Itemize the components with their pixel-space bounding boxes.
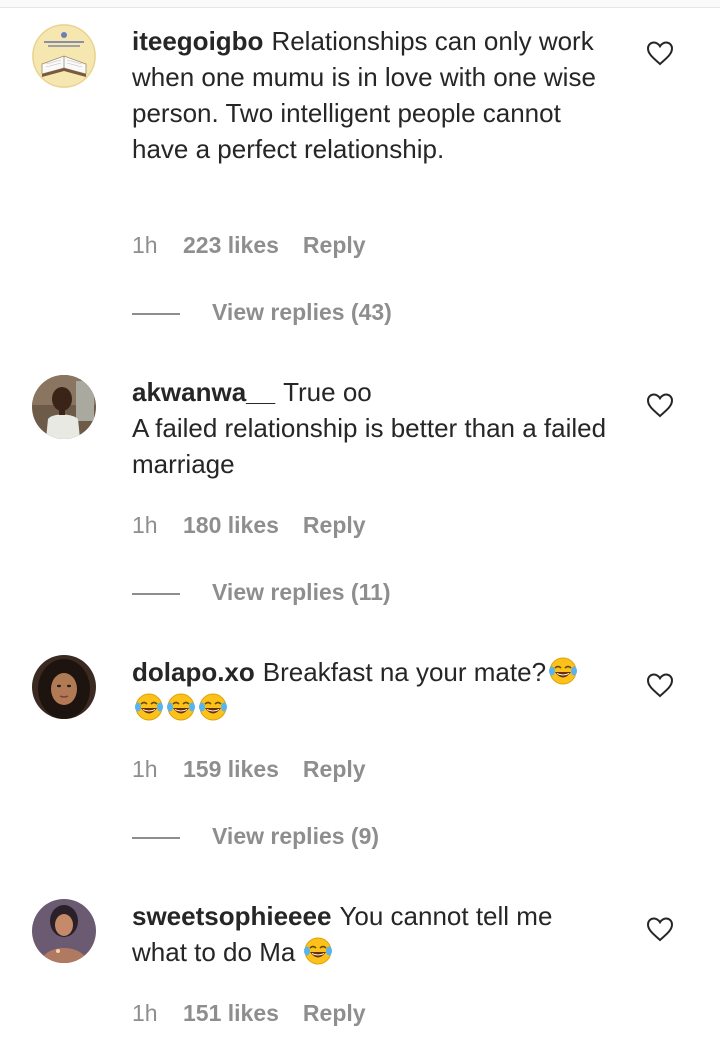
replies-divider — [132, 312, 180, 315]
face-with-tears-of-joy-emoji — [548, 656, 578, 686]
view-replies-button[interactable]: View replies (11) — [212, 579, 391, 605]
comment-body: iteegoigbo Relationships can only work wh… — [132, 23, 612, 167]
avatar-image — [32, 24, 96, 88]
comment-text: A failed relationship is better than a f… — [132, 413, 607, 479]
comment-likes[interactable]: 223 likes — [183, 230, 279, 260]
face-with-tears-of-joy-emoji — [134, 692, 164, 722]
reply-button[interactable]: Reply — [303, 998, 366, 1028]
avatar[interactable] — [32, 899, 96, 963]
avatar[interactable] — [32, 655, 96, 719]
comment-body: akwanwa__ True oo A failed relationship i… — [132, 374, 612, 482]
comment-likes[interactable]: 151 likes — [183, 998, 279, 1028]
avatar[interactable] — [32, 375, 96, 439]
avatar-image — [32, 899, 96, 963]
comment-body: dolapo.xo Breakfast na your mate? — [132, 654, 612, 726]
view-replies[interactable]: View replies (9) — [132, 821, 379, 851]
comment-time: 1h — [132, 1000, 158, 1026]
avatar-image — [32, 375, 96, 439]
avatar-image — [32, 655, 96, 719]
reply-button[interactable]: Reply — [303, 510, 366, 540]
comment-text-line1: True oo — [283, 377, 372, 407]
view-replies[interactable]: View replies (43) — [132, 297, 392, 327]
comment-meta: 1h 159 likes Reply — [132, 754, 366, 784]
comment-username[interactable]: iteegoigbo — [132, 26, 263, 56]
reply-button[interactable]: Reply — [303, 754, 366, 784]
comment-meta: 1h 151 likes Reply — [132, 998, 366, 1028]
view-replies-button[interactable]: View replies (43) — [212, 299, 392, 325]
comment-time: 1h — [132, 756, 158, 782]
comment-likes[interactable]: 180 likes — [183, 510, 279, 540]
face-with-tears-of-joy-emoji — [198, 692, 228, 722]
comment-username[interactable]: dolapo.xo — [132, 657, 255, 687]
reply-button[interactable]: Reply — [303, 230, 366, 260]
comment-time: 1h — [132, 232, 158, 258]
face-with-tears-of-joy-emoji — [303, 936, 333, 966]
comment-username[interactable]: sweetsophieeee — [132, 901, 331, 931]
comment-meta: 1h 223 likes Reply — [132, 230, 366, 260]
replies-divider — [132, 836, 180, 839]
avatar[interactable] — [32, 24, 96, 88]
like-heart-icon[interactable] — [646, 672, 674, 698]
top-divider — [0, 0, 720, 8]
face-with-tears-of-joy-emoji — [166, 692, 196, 722]
view-replies-button[interactable]: View replies (9) — [212, 823, 379, 849]
comment-body: sweetsophieeee You cannot tell me what to… — [132, 898, 612, 970]
replies-divider — [132, 592, 180, 595]
comment-likes[interactable]: 159 likes — [183, 754, 279, 784]
comment-time: 1h — [132, 512, 158, 538]
comment-meta: 1h 180 likes Reply — [132, 510, 366, 540]
like-heart-icon[interactable] — [646, 40, 674, 66]
comment-text: Breakfast na your mate? — [262, 657, 547, 687]
like-heart-icon[interactable] — [646, 392, 674, 418]
view-replies[interactable]: View replies (11) — [132, 577, 391, 607]
comment-username[interactable]: akwanwa__ — [132, 377, 275, 407]
like-heart-icon[interactable] — [646, 916, 674, 942]
